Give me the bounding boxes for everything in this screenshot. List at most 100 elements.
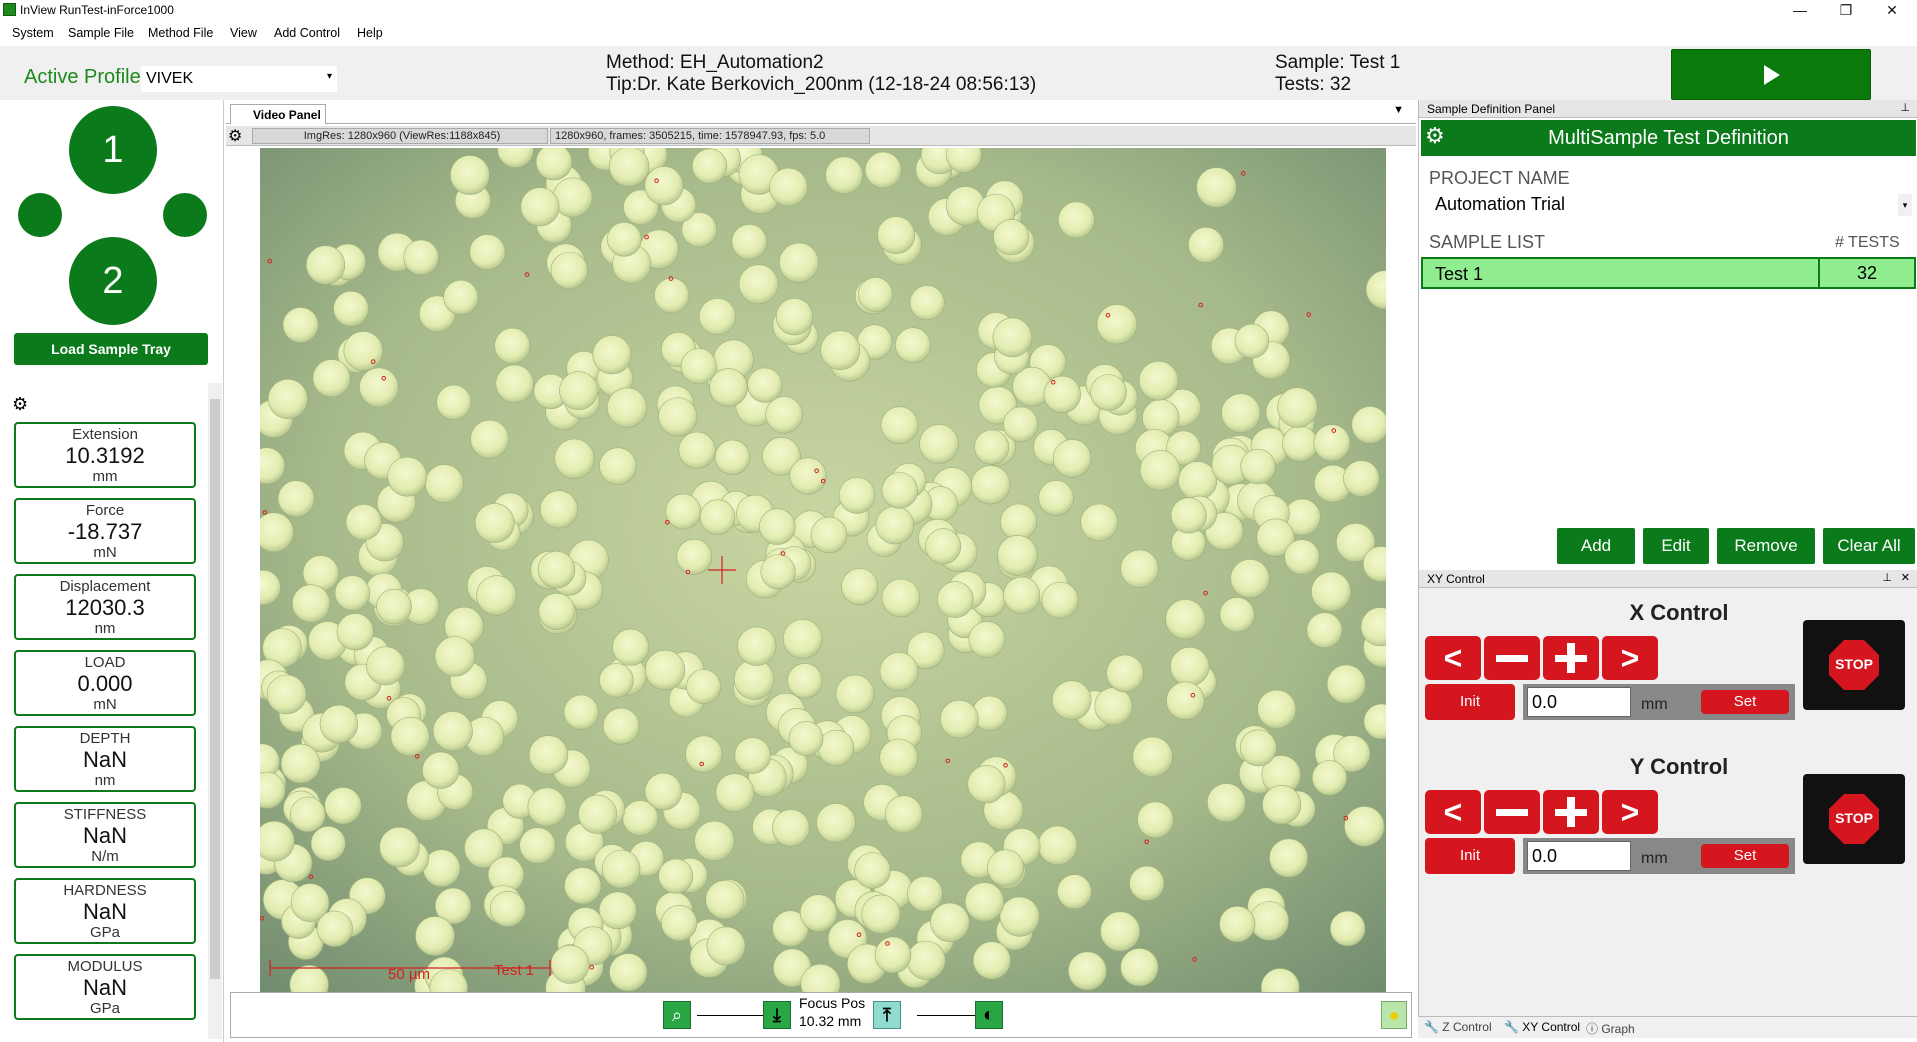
bead xyxy=(387,456,428,497)
bead xyxy=(390,716,430,757)
pin-icon[interactable]: ⊥ xyxy=(1900,101,1910,114)
y-position-input[interactable] xyxy=(1527,841,1631,871)
contrast-slider-line[interactable] xyxy=(917,1015,977,1016)
focus-up-icon[interactable]: ⤒ xyxy=(873,1001,901,1029)
remove-button[interactable]: Remove xyxy=(1717,528,1815,564)
tab-z-control[interactable]: 🔧 Z Control xyxy=(1424,1020,1492,1034)
menu-add-control[interactable]: Add Control xyxy=(274,26,340,40)
bead xyxy=(1003,576,1041,614)
tray-position-left[interactable] xyxy=(18,193,62,237)
x-set-button[interactable]: Set xyxy=(1701,690,1789,714)
readout-label: Displacement xyxy=(59,578,151,595)
tab-label: Graph xyxy=(1601,1022,1635,1036)
clear-all-button[interactable]: Clear All xyxy=(1823,528,1915,564)
y-set-button[interactable]: Set xyxy=(1701,844,1789,868)
bead xyxy=(970,465,1011,505)
bead xyxy=(535,143,573,181)
x-minus-button[interactable] xyxy=(1484,636,1540,680)
edit-button[interactable]: Edit xyxy=(1643,528,1709,564)
close-button[interactable]: ✕ xyxy=(1869,0,1915,22)
bead xyxy=(1094,687,1133,726)
menu-method-file[interactable]: Method File xyxy=(148,26,213,40)
bead xyxy=(1043,375,1081,414)
bead xyxy=(1165,599,1206,640)
y-step-left-button[interactable]: < xyxy=(1425,790,1481,834)
microscope-video[interactable]: 50 µm Test 1 xyxy=(243,131,1405,1009)
contrast-icon[interactable]: ◐ xyxy=(975,1001,1003,1029)
left-scrollbar[interactable] xyxy=(208,383,222,1039)
bead xyxy=(789,457,827,495)
project-name-select[interactable]: Automation Trial ▾ xyxy=(1427,192,1914,218)
bead xyxy=(609,146,650,187)
bead xyxy=(654,277,690,314)
tray-position-right[interactable] xyxy=(163,193,207,237)
zoom-icon[interactable]: ⌕ xyxy=(663,1001,691,1029)
bead xyxy=(987,849,1025,887)
tab-video-panel[interactable]: Video Panel xyxy=(230,104,326,124)
x-position-input[interactable] xyxy=(1527,687,1631,717)
focus-down-icon[interactable]: ⤓ xyxy=(763,1001,791,1029)
sample-row[interactable]: Test 1 32 xyxy=(1421,257,1916,289)
x-stop-button[interactable]: STOP xyxy=(1803,620,1905,710)
bead xyxy=(820,330,861,371)
gear-icon[interactable]: ⚙ xyxy=(1425,118,1445,154)
bead xyxy=(686,669,722,705)
gear-icon[interactable]: ⚙ xyxy=(228,126,242,146)
xy-control-header: XY Control ⊥ ✕ xyxy=(1419,570,1917,588)
x-step-left-button[interactable]: < xyxy=(1425,636,1481,680)
stream-info: 1280x960, frames: 3505215, time: 1578947… xyxy=(550,128,870,144)
bead xyxy=(434,636,476,677)
bead xyxy=(737,626,777,666)
profile-select[interactable]: VIVEK ▾ xyxy=(141,66,337,92)
tab-xy-control[interactable]: 🔧 XY Control xyxy=(1504,1020,1580,1034)
menu-help[interactable]: Help xyxy=(357,26,383,40)
bead xyxy=(974,429,1010,465)
y-init-button[interactable]: Init xyxy=(1425,838,1515,874)
y-minus-button[interactable] xyxy=(1484,790,1540,834)
minimize-button[interactable]: — xyxy=(1777,0,1823,22)
window-title: InView RunTest-inForce1000 xyxy=(20,3,174,17)
bead xyxy=(432,711,473,752)
x-step-right-button[interactable]: > xyxy=(1602,636,1658,680)
run-button[interactable] xyxy=(1671,49,1871,100)
dropdown-arrow-icon[interactable]: ▼ xyxy=(1393,104,1404,116)
y-step-right-button[interactable]: > xyxy=(1602,790,1658,834)
x-plus-button[interactable] xyxy=(1543,636,1599,680)
active-profile-label: Active Profile xyxy=(24,66,141,88)
bead xyxy=(858,277,893,312)
load-sample-tray-button[interactable]: Load Sample Tray xyxy=(14,333,208,365)
menu-view[interactable]: View xyxy=(230,26,257,40)
bead xyxy=(601,849,641,889)
readout-unit: mN xyxy=(93,544,117,561)
readout-label: Force xyxy=(85,502,125,519)
light-bulb-icon[interactable]: ● xyxy=(1381,1001,1407,1029)
bead xyxy=(906,940,946,980)
gear-icon[interactable]: ⚙ xyxy=(12,394,32,414)
maximize-button[interactable]: ❐ xyxy=(1823,0,1869,22)
tab-graph[interactable]: ⓘ Graph xyxy=(1586,1020,1635,1037)
bead xyxy=(1129,865,1165,902)
bead xyxy=(1277,387,1318,428)
pin-icon[interactable]: ⊥ xyxy=(1882,571,1892,584)
bead xyxy=(343,331,384,371)
y-stop-button[interactable]: STOP xyxy=(1803,774,1905,864)
close-icon[interactable]: ✕ xyxy=(1901,571,1910,584)
scrollbar-thumb[interactable] xyxy=(210,399,220,979)
video-panel: Video Panel ▼ ⚙ ImgRes: 1280x960 (ViewRe… xyxy=(226,100,1416,1042)
bead xyxy=(778,242,819,283)
tray-position-2[interactable]: 2 xyxy=(69,237,157,325)
menu-sample-file[interactable]: Sample File xyxy=(68,26,134,40)
x-init-button[interactable]: Init xyxy=(1425,684,1515,720)
bead xyxy=(422,751,460,789)
chevron-down-icon[interactable]: ▾ xyxy=(1898,194,1912,216)
bead xyxy=(606,222,642,257)
y-plus-button[interactable] xyxy=(1543,790,1599,834)
menu-system[interactable]: System xyxy=(12,26,54,40)
bead xyxy=(799,894,838,932)
readout-unit: mm xyxy=(92,468,118,485)
add-button[interactable]: Add xyxy=(1557,528,1635,564)
zoom-slider-line[interactable] xyxy=(697,1015,767,1016)
bead xyxy=(1311,571,1352,612)
tray-position-1[interactable]: 1 xyxy=(69,106,157,194)
readout-value: -18.737 xyxy=(67,519,143,544)
